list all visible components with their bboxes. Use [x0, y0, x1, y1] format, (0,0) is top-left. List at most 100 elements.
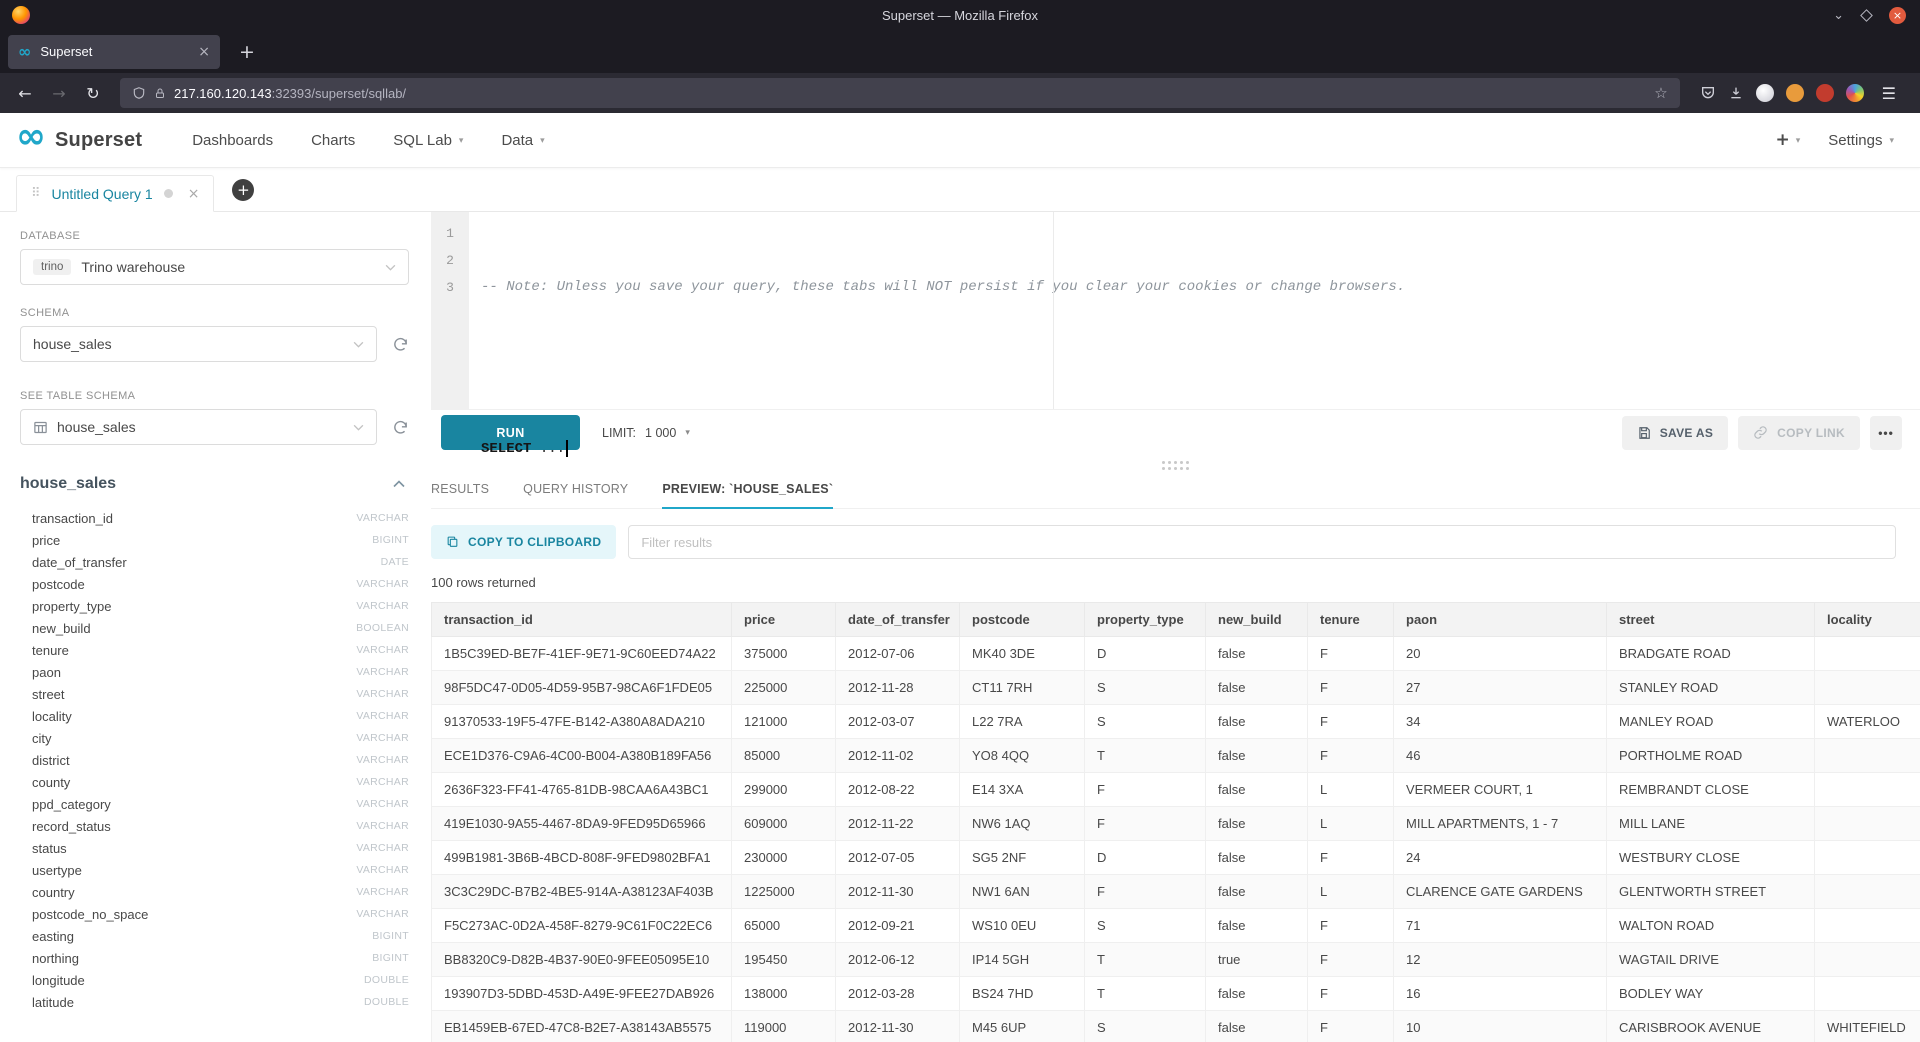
cell-property-type: S — [1085, 1011, 1206, 1042]
extension-icon-4[interactable] — [1846, 84, 1864, 102]
column-header-cell[interactable]: price — [732, 603, 836, 637]
cell-transaction-id: EB1459EB-67ED-47C8-B2E7-A38143AB5575 — [432, 1011, 732, 1042]
cell-new-build: false — [1206, 671, 1308, 705]
column-header-cell[interactable]: new_build — [1206, 603, 1308, 637]
extension-icon-1[interactable] — [1756, 84, 1774, 102]
column-name: date_of_transfer — [32, 555, 127, 570]
reload-button[interactable]: ↻ — [78, 79, 108, 107]
column-type: VARCHAR — [356, 600, 409, 612]
column-type: VARCHAR — [356, 512, 409, 524]
column-name: locality — [32, 709, 72, 724]
more-actions-button[interactable]: ••• — [1870, 416, 1902, 450]
refresh-schema-icon[interactable] — [392, 336, 409, 353]
table-column-row: county VARCHAR — [20, 771, 409, 793]
schema-label: SCHEMA — [20, 307, 409, 319]
bookmark-star-icon[interactable]: ☆ — [1654, 84, 1667, 102]
column-header-cell[interactable]: date_of_transfer — [836, 603, 960, 637]
superset-brand[interactable]: ∞ Superset — [16, 129, 142, 152]
table-row: 1B5C39ED-BE7F-41EF-9E71-9C60EED74A22 375… — [432, 637, 1920, 671]
column-header-cell[interactable]: postcode — [960, 603, 1085, 637]
window-minimize-button[interactable]: ⌄ — [1833, 9, 1844, 22]
cell-postcode: SG5 2NF — [960, 841, 1085, 875]
cell-new-build: false — [1206, 807, 1308, 841]
filter-results-input[interactable] — [628, 525, 1896, 559]
drag-handle-icon[interactable]: ⠿ — [31, 186, 41, 201]
copy-link-button[interactable]: COPY LINK — [1738, 416, 1860, 450]
save-icon — [1637, 426, 1651, 440]
column-header-cell[interactable]: tenure — [1308, 603, 1394, 637]
cell-property-type: T — [1085, 943, 1206, 977]
cell-street: BODLEY WAY — [1607, 977, 1815, 1011]
cell-postcode: M45 6UP — [960, 1011, 1085, 1042]
cell-street: GLENTWORTH STREET — [1607, 875, 1815, 909]
link-icon — [1753, 425, 1768, 440]
extension-icon-3[interactable] — [1816, 84, 1834, 102]
browser-tab-close-icon[interactable]: × — [198, 44, 210, 60]
column-type: VARCHAR — [356, 886, 409, 898]
extension-icon-2[interactable] — [1786, 84, 1804, 102]
cell-transaction-id: 419E1030-9A55-4467-8DA9-9FED95D65966 — [432, 807, 732, 841]
schema-select[interactable]: house_sales — [20, 326, 377, 362]
lock-icon[interactable] — [154, 87, 166, 100]
download-icon[interactable] — [1728, 85, 1744, 101]
cell-tenure: F — [1308, 671, 1394, 705]
cell-street: REMBRANDT CLOSE — [1607, 773, 1815, 807]
table-column-row: tenure VARCHAR — [20, 639, 409, 661]
sql-editor[interactable]: 1 2 3 -- Note: Unless you save your quer… — [431, 212, 1920, 410]
nav-item-charts[interactable]: Charts — [311, 132, 355, 149]
column-header-cell[interactable]: street — [1607, 603, 1815, 637]
settings-menu[interactable]: Settings ▾ — [1828, 132, 1894, 149]
new-tab-button[interactable]: + — [232, 41, 262, 63]
query-tab-untitled-1[interactable]: ⠿ Untitled Query 1 × — [16, 175, 214, 212]
browser-tab-superset[interactable]: ∞ Superset × — [8, 35, 220, 69]
table-column-row: postcode_no_space VARCHAR — [20, 903, 409, 925]
nav-item-data[interactable]: Data ▾ — [501, 132, 544, 149]
hamburger-menu-icon[interactable]: ☰ — [1876, 84, 1902, 103]
save-as-button[interactable]: SAVE AS — [1622, 416, 1728, 450]
column-header-cell[interactable]: locality — [1815, 603, 1920, 637]
column-header-cell[interactable]: property_type — [1085, 603, 1206, 637]
cell-new-build: false — [1206, 739, 1308, 773]
add-query-tab-button[interactable]: + — [232, 179, 254, 201]
tab-query-history[interactable]: QUERY HISTORY — [523, 482, 628, 508]
editor-code[interactable]: -- Note: Unless you save your query, the… — [469, 212, 1405, 409]
chevron-up-icon[interactable] — [393, 480, 405, 488]
nav-item-sql-lab[interactable]: SQL Lab ▾ — [393, 132, 463, 149]
database-engine-badge: trino — [33, 259, 71, 275]
column-name: country — [32, 885, 75, 900]
shield-icon[interactable] — [132, 86, 146, 100]
column-name: new_build — [32, 621, 91, 636]
browser-tab-label: Superset — [40, 44, 198, 59]
window-close-button[interactable]: × — [1889, 7, 1906, 24]
cell-postcode: E14 3XA — [960, 773, 1085, 807]
database-select-value: Trino warehouse — [81, 259, 185, 275]
window-maximize-button[interactable] — [1860, 9, 1873, 22]
new-item-menu[interactable]: + ▾ — [1775, 130, 1800, 150]
table-select[interactable]: house_sales — [20, 409, 377, 445]
query-tab-strip: ⠿ Untitled Query 1 × + — [0, 168, 1920, 212]
cell-new-build: false — [1206, 875, 1308, 909]
cell-property-type: D — [1085, 637, 1206, 671]
schema-select-value: house_sales — [33, 336, 112, 352]
back-button[interactable]: ← — [10, 79, 40, 107]
pocket-icon[interactable] — [1700, 85, 1716, 101]
column-header-cell[interactable]: paon — [1394, 603, 1607, 637]
tab-preview-house-sales[interactable]: PREVIEW: `HOUSE_SALES` — [662, 482, 833, 508]
tab-results[interactable]: RESULTS — [431, 482, 489, 508]
cell-transaction-id: 2636F323-FF41-4765-81DB-98CAA6A43BC1 — [432, 773, 732, 807]
cell-property-type: T — [1085, 739, 1206, 773]
database-select[interactable]: trino Trino warehouse — [20, 249, 409, 285]
copy-to-clipboard-button[interactable]: COPY TO CLIPBOARD — [431, 525, 616, 559]
column-type: VARCHAR — [356, 578, 409, 590]
cell-street: WALTON ROAD — [1607, 909, 1815, 943]
table-column-row: record_status VARCHAR — [20, 815, 409, 837]
cell-date-of-transfer: 2012-09-21 — [836, 909, 960, 943]
forward-button[interactable]: → — [44, 79, 74, 107]
refresh-table-icon[interactable] — [392, 419, 409, 436]
url-bar[interactable]: 217.160.120.143:32393/superset/sqllab/ ☆ — [120, 78, 1680, 108]
cell-locality — [1815, 943, 1920, 977]
table-row: 3C3C29DC-B7B2-4BE5-914A-A38123AF403B 122… — [432, 875, 1920, 909]
nav-item-dashboards[interactable]: Dashboards — [192, 132, 273, 149]
query-tab-close-icon[interactable]: × — [188, 186, 200, 202]
column-header-cell[interactable]: transaction_id — [432, 603, 732, 637]
